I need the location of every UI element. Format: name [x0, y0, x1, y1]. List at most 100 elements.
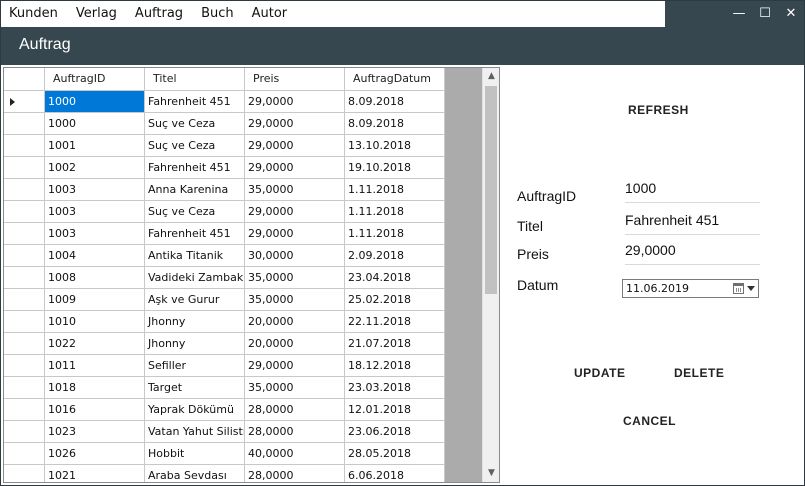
- maximize-icon[interactable]: ☐: [752, 1, 778, 27]
- menu-verlag[interactable]: Verlag: [67, 1, 126, 27]
- table-row[interactable]: 1000 Suç ve Ceza 29,0000 8.09.2018: [4, 113, 445, 135]
- table-row[interactable]: 1018 Target 35,0000 23.03.2018: [4, 377, 445, 399]
- cell-auftragid[interactable]: 1018: [45, 377, 145, 399]
- cell-auftragdatum[interactable]: 1.11.2018: [345, 179, 445, 201]
- cell-titel[interactable]: Target: [145, 377, 245, 399]
- row-header[interactable]: [4, 201, 45, 223]
- cell-auftragid[interactable]: 1009: [45, 289, 145, 311]
- cell-titel[interactable]: Yaprak Dökümü: [145, 399, 245, 421]
- cell-titel[interactable]: Fahrenheit 451: [145, 223, 245, 245]
- cell-auftragid[interactable]: 1002: [45, 157, 145, 179]
- table-row[interactable]: 1003 Suç ve Ceza 29,0000 1.11.2018: [4, 201, 445, 223]
- cell-preis[interactable]: 29,0000: [245, 135, 345, 157]
- cancel-button[interactable]: CANCEL: [623, 414, 676, 428]
- row-header[interactable]: [4, 223, 45, 245]
- cell-preis[interactable]: 28,0000: [245, 421, 345, 443]
- refresh-button[interactable]: REFRESH: [628, 103, 689, 117]
- row-header[interactable]: [4, 289, 45, 311]
- cell-preis[interactable]: 29,0000: [245, 113, 345, 135]
- cell-titel[interactable]: Suç ve Ceza: [145, 201, 245, 223]
- auftragid-field[interactable]: 1000: [625, 180, 760, 203]
- cell-preis[interactable]: 28,0000: [245, 465, 345, 482]
- cell-preis[interactable]: 29,0000: [245, 91, 345, 113]
- cell-preis[interactable]: 29,0000: [245, 355, 345, 377]
- table-row[interactable]: 1022 Jhonny 20,0000 21.07.2018: [4, 333, 445, 355]
- cell-auftragdatum[interactable]: 25.02.2018: [345, 289, 445, 311]
- cell-auftragdatum[interactable]: 12.01.2018: [345, 399, 445, 421]
- calendar-icon[interactable]: [733, 283, 744, 294]
- table-row[interactable]: 1026 Hobbit 40,0000 28.05.2018: [4, 443, 445, 465]
- row-header[interactable]: [4, 443, 45, 465]
- cell-preis[interactable]: 35,0000: [245, 377, 345, 399]
- cell-auftragid[interactable]: 1010: [45, 311, 145, 333]
- row-header[interactable]: [4, 333, 45, 355]
- column-header-auftragdatum[interactable]: AuftragDatum: [345, 68, 445, 90]
- cell-titel[interactable]: Suç ve Ceza: [145, 113, 245, 135]
- cell-auftragid[interactable]: 1003: [45, 223, 145, 245]
- scroll-thumb[interactable]: [485, 86, 497, 294]
- cell-auftragid[interactable]: 1023: [45, 421, 145, 443]
- cell-auftragid[interactable]: 1001: [45, 135, 145, 157]
- table-row[interactable]: 1010 Jhonny 20,0000 22.11.2018: [4, 311, 445, 333]
- cell-titel[interactable]: Antika Titanik: [145, 245, 245, 267]
- cell-auftragdatum[interactable]: 19.10.2018: [345, 157, 445, 179]
- row-header[interactable]: [4, 157, 45, 179]
- table-row[interactable]: 1008 Vadideki Zambak 35,0000 23.04.2018: [4, 267, 445, 289]
- table-row[interactable]: 1023 Vatan Yahut Silistre 28,0000 23.06.201…: [4, 421, 445, 443]
- cell-titel[interactable]: Jhonny: [145, 333, 245, 355]
- cell-titel[interactable]: Jhonny: [145, 311, 245, 333]
- column-header-titel[interactable]: Titel: [145, 68, 245, 90]
- cell-titel[interactable]: Anna Karenina: [145, 179, 245, 201]
- row-header[interactable]: [4, 311, 45, 333]
- row-header[interactable]: [4, 91, 45, 113]
- cell-auftragdatum[interactable]: 23.04.2018: [345, 267, 445, 289]
- cell-titel[interactable]: Fahrenheit 451: [145, 91, 245, 113]
- cell-auftragid[interactable]: 1004: [45, 245, 145, 267]
- close-icon[interactable]: ✕: [778, 1, 804, 27]
- cell-titel[interactable]: Araba Sevdası: [145, 465, 245, 482]
- cell-auftragdatum[interactable]: 1.11.2018: [345, 201, 445, 223]
- table-row[interactable]: 1003 Fahrenheit 451 29,0000 1.11.2018: [4, 223, 445, 245]
- cell-auftragdatum[interactable]: 23.06.2018: [345, 421, 445, 443]
- cell-auftragdatum[interactable]: 2.09.2018: [345, 245, 445, 267]
- cell-preis[interactable]: 29,0000: [245, 201, 345, 223]
- cell-auftragdatum[interactable]: 22.11.2018: [345, 311, 445, 333]
- table-row[interactable]: 1009 Aşk ve Gurur 35,0000 25.02.2018: [4, 289, 445, 311]
- row-header[interactable]: [4, 267, 45, 289]
- cell-preis[interactable]: 30,0000: [245, 245, 345, 267]
- auftrag-data-grid[interactable]: AuftragID Titel Preis AuftragDatum 1000 F…: [3, 67, 500, 483]
- cell-preis[interactable]: 35,0000: [245, 289, 345, 311]
- cell-auftragdatum[interactable]: 1.11.2018: [345, 223, 445, 245]
- update-button[interactable]: UPDATE: [574, 366, 625, 380]
- delete-button[interactable]: DELETE: [674, 366, 724, 380]
- cell-auftragid[interactable]: 1011: [45, 355, 145, 377]
- table-row[interactable]: 1003 Anna Karenina 35,0000 1.11.2018: [4, 179, 445, 201]
- row-header[interactable]: [4, 377, 45, 399]
- row-header[interactable]: [4, 179, 45, 201]
- table-row[interactable]: 1002 Fahrenheit 451 29,0000 19.10.2018: [4, 157, 445, 179]
- cell-titel[interactable]: Fahrenheit 451: [145, 157, 245, 179]
- cell-auftragdatum[interactable]: 13.10.2018: [345, 135, 445, 157]
- menu-kunden[interactable]: Kunden: [1, 1, 67, 27]
- cell-titel[interactable]: Aşk ve Gurur: [145, 289, 245, 311]
- cell-titel[interactable]: Vatan Yahut Silistre: [145, 421, 245, 443]
- column-header-auftragid[interactable]: AuftragID: [45, 68, 145, 90]
- cell-auftragdatum[interactable]: 8.09.2018: [345, 91, 445, 113]
- menu-autor[interactable]: Autor: [243, 1, 297, 27]
- cell-titel[interactable]: Sefiller: [145, 355, 245, 377]
- cell-preis[interactable]: 35,0000: [245, 267, 345, 289]
- table-row[interactable]: 1000 Fahrenheit 451 29,0000 8.09.2018: [4, 91, 445, 113]
- row-header[interactable]: [4, 421, 45, 443]
- row-header[interactable]: [4, 135, 45, 157]
- chevron-down-icon[interactable]: [747, 286, 755, 291]
- cell-auftragid[interactable]: 1026: [45, 443, 145, 465]
- cell-preis[interactable]: 20,0000: [245, 333, 345, 355]
- table-row[interactable]: 1004 Antika Titanik 30,0000 2.09.2018: [4, 245, 445, 267]
- table-row[interactable]: 1021 Araba Sevdası 28,0000 6.06.2018: [4, 465, 445, 482]
- column-header-preis[interactable]: Preis: [245, 68, 345, 90]
- cell-auftragdatum[interactable]: 8.09.2018: [345, 113, 445, 135]
- cell-auftragid[interactable]: 1022: [45, 333, 145, 355]
- scroll-up-icon[interactable]: ▲: [483, 68, 499, 85]
- cell-preis[interactable]: 40,0000: [245, 443, 345, 465]
- cell-auftragid[interactable]: 1003: [45, 179, 145, 201]
